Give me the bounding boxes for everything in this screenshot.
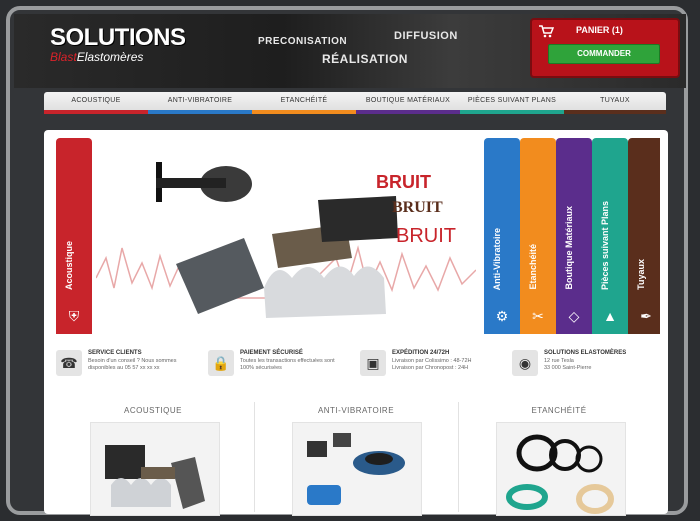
menu-color-bar [44,110,148,114]
menu-item-label: TUYAUX [600,97,630,104]
foam-product-icon [105,445,205,509]
tab-etancheite[interactable]: Etanchéité ✂ [520,138,556,334]
product-image[interactable] [90,422,220,516]
service-company[interactable]: ◉ SOLUTIONS ELASTOMÈRES 12 rue Tesla 33 0… [512,346,660,382]
service-text-line: 33 000 Saint-Pierre [544,365,592,371]
foam-block-icon [176,238,264,314]
menu-item-label: ACOUSTIQUE [71,97,121,104]
menu-color-bar [356,110,460,114]
logo-subtitle: BlastElastomères [50,50,143,64]
tab-pieces-suivant-plans[interactable]: Pièces suivant Plans ▲ [592,138,628,334]
tab-label: Boutique Matériaux [564,206,574,290]
service-text-line: Livraison par Colissimo : 48-72H [392,358,472,364]
tab-label: Tuyaux [636,259,646,290]
tab-tuyaux[interactable]: Tuyaux ✒ [628,138,660,334]
noise-text-art: BRUIT [396,225,456,247]
service-customer[interactable]: ☎ SERVICE CLIENTS Besoin d'un conseil ? … [56,346,204,382]
product-block-anti-vibratoire[interactable]: ANTI-VIBRATOIRE [254,396,458,516]
menu-item-pieces[interactable]: PIÈCES SUIVANT PLANS [460,92,564,114]
site-header: SOLUTIONS BlastElastomères PRECONISATION… [14,14,686,88]
logo-subtitle-prefix: Blast [50,50,77,64]
hero-banner: Acoustique ⛨ BRUIT BRUIT BRUIT Anti-Vibr… [52,138,660,338]
tab-label: Anti-Vibratoire [492,227,502,290]
wave-foam-icon [264,266,386,318]
service-text: Livraison par Colissimo : 48-72H Livraiso… [392,358,471,372]
service-text: Besoin d'un conseil ? Nous sommes disponi… [88,358,176,372]
service-text-line: 12 rue Tesla [544,358,574,364]
service-text-line: Toutes les transactions effectuées sont [240,358,335,364]
product-image[interactable] [496,422,626,516]
globe-icon: ◉ [512,350,538,376]
product-title: ANTI-VIBRATOIRE [317,406,395,415]
product-title: ETANCHÉITÉ [531,406,587,415]
service-title: SOLUTIONS ELASTOMÈRES [544,350,627,356]
lock-icon: 🔒 [208,350,234,376]
cart-count-label: PANIER (1) [576,25,623,35]
service-shipping[interactable]: ▣ EXPÉDITION 24/72H Livraison par Coliss… [360,346,508,382]
menu-item-label: ETANCHÉITÉ [280,97,328,104]
plans-icon: ▲ [603,308,617,324]
product-title: ACOUSTIQUE [124,406,182,415]
services-strip: ☎ SERVICE CLIENTS Besoin d'un conseil ? … [52,346,660,382]
menu-item-acoustique[interactable]: ACOUSTIQUE [44,92,148,114]
service-text-line: Livraison par Chronopost : 24H [392,365,469,371]
box-icon: ▣ [360,350,386,376]
cart-icon [539,25,554,38]
mic-body [156,178,226,188]
service-payment[interactable]: 🔒 PAIEMENT SÉCURISÉ Toutes les transacti… [208,346,356,382]
shield-icon: ⛨ [68,308,80,324]
logo[interactable]: SOLUTIONS [50,24,186,52]
menu-item-label: ANTI-VIBRATOIRE [167,97,233,104]
order-button[interactable]: COMMANDER [548,44,660,64]
nav-preconisation[interactable]: PRECONISATION [258,36,347,47]
service-text-line: disponibles au 05 57 xx xx xx [88,365,160,371]
category-menu: ACOUSTIQUE ANTI-VIBRATOIRE ETANCHÉITÉ BO… [44,92,666,114]
noise-text-art: BRUIT [392,199,443,216]
box-icon: ◇ [568,308,580,324]
product-block-acoustique[interactable]: ACOUSTIQUE [52,396,254,516]
service-title: SERVICE CLIENTS [88,350,142,356]
menu-item-tuyaux[interactable]: TUYAUX [564,92,666,114]
tab-label: Acoustique [64,240,74,290]
menu-item-label: BOUTIQUE MATÉRIAUX [365,97,451,104]
menu-item-etancheite[interactable]: ETANCHÉITÉ [252,92,356,114]
service-text-line: 100% sécurisées [240,365,282,371]
menu-color-bar [252,110,356,114]
service-title: PAIEMENT SÉCURISÉ [240,350,303,356]
tab-anti-vibratoire[interactable]: Anti-Vibratoire ⚙ [484,138,520,334]
product-image[interactable] [292,422,422,516]
foam-block-icon [318,196,398,242]
cart-widget[interactable]: PANIER (1) COMMANDER [530,18,680,78]
tab-label: Pièces suivant Plans [600,200,610,290]
product-block-etancheite[interactable]: ETANCHÉITÉ [458,396,660,516]
menu-color-bar [460,110,564,114]
menu-item-anti-vibratoire[interactable]: ANTI-VIBRATOIRE [148,92,252,114]
menu-color-bar [564,110,666,114]
main-panel: Acoustique ⛨ BRUIT BRUIT BRUIT Anti-Vibr… [44,130,668,516]
tools-icon: ✂ [532,308,544,324]
tab-acoustique[interactable]: Acoustique ⛨ [56,138,92,334]
seal-rings-icon [506,434,614,514]
service-title: EXPÉDITION 24/72H [392,350,450,356]
phone-icon: ☎ [56,350,82,376]
nav-diffusion[interactable]: DIFFUSION [394,30,458,42]
menu-item-label: PIÈCES SUIVANT PLANS [467,97,557,104]
logo-subtitle-rest: Elastomères [76,50,144,64]
tab-label: Etanchéité [528,244,538,290]
noise-text-art: BRUIT [376,172,431,192]
nav-realisation[interactable]: RÉALISATION [322,52,408,66]
vibration-mount-icon [307,433,405,505]
pen-icon: ✒ [640,308,652,324]
service-text: 12 rue Tesla 33 000 Saint-Pierre [544,358,591,372]
tab-boutique-materiaux[interactable]: Boutique Matériaux ◇ [556,138,592,334]
service-text: Toutes les transactions effectuées sont 1… [240,358,335,372]
service-text-line: Besoin d'un conseil ? Nous sommes [88,358,177,364]
gear-icon: ⚙ [495,308,509,324]
banner-illustration: BRUIT BRUIT BRUIT [96,162,476,318]
menu-color-bar [148,110,252,114]
menu-item-boutique[interactable]: BOUTIQUE MATÉRIAUX [356,92,460,114]
